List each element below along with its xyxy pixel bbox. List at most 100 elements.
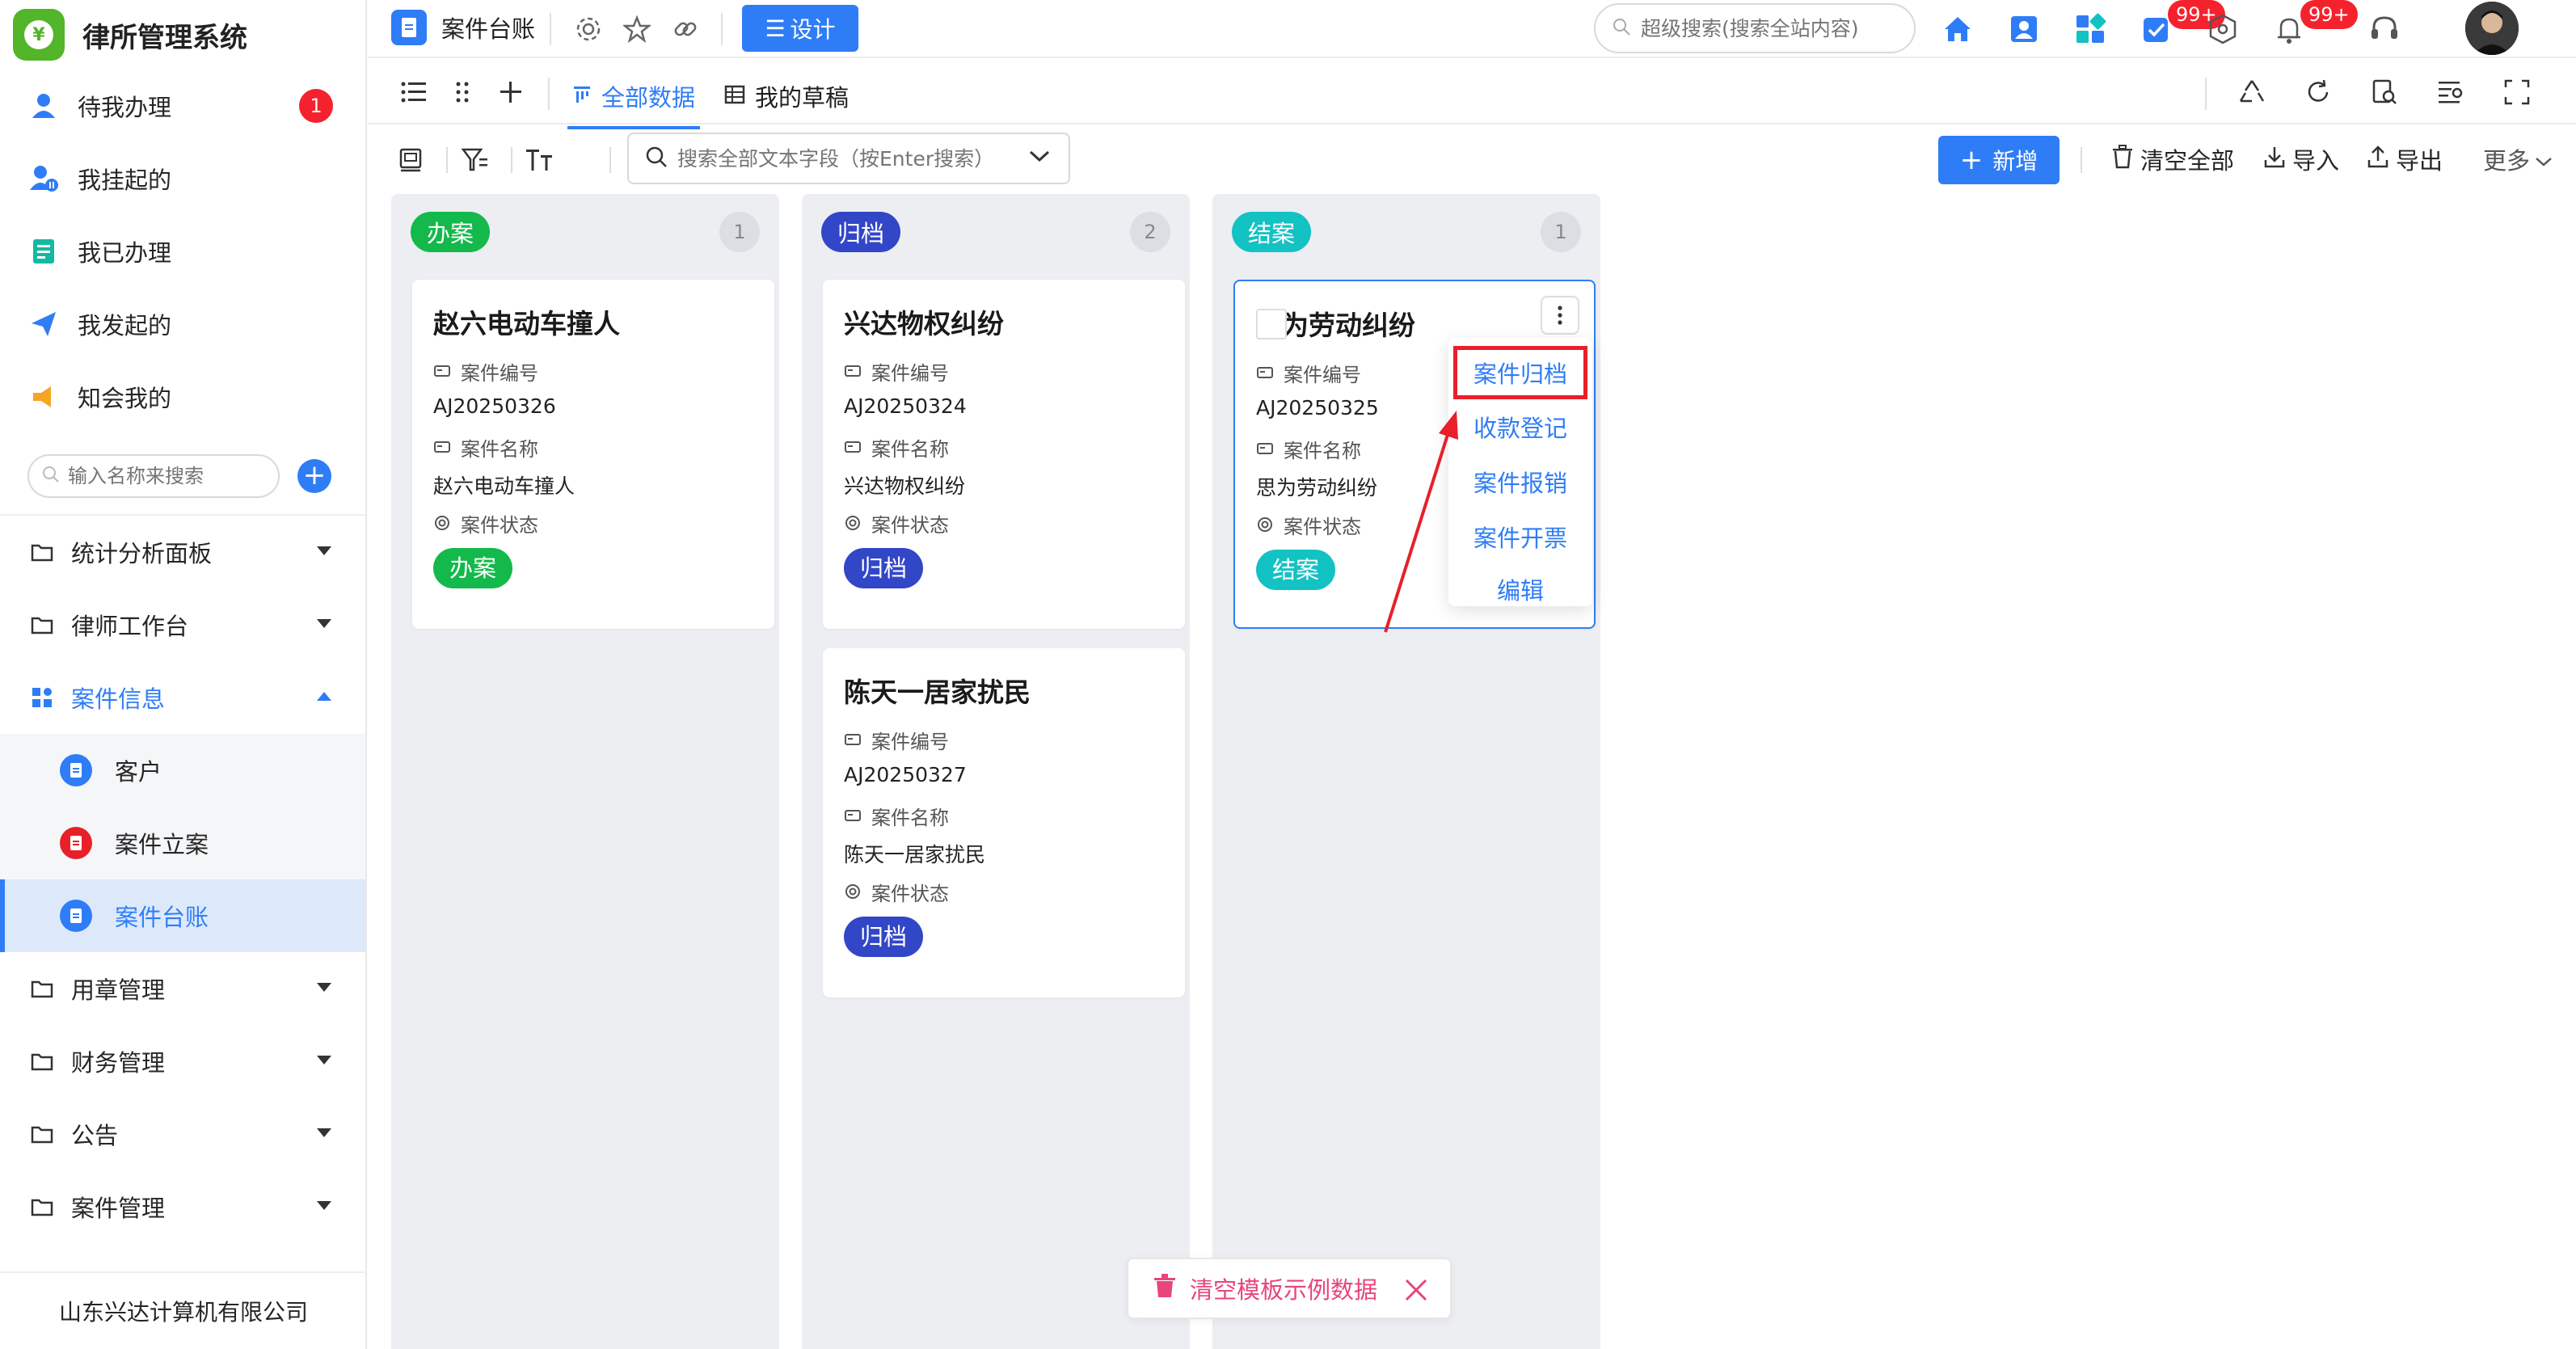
- clear-sample-data-toast[interactable]: 清空模板示例数据: [1127, 1258, 1452, 1319]
- data-search-input[interactable]: [677, 146, 1017, 171]
- plus-icon[interactable]: [495, 76, 527, 108]
- sidebar-menu-lawyer-desk[interactable]: 律师工作台: [0, 588, 365, 661]
- import-button[interactable]: 导入: [2263, 142, 2339, 176]
- sliders-icon: ☰: [765, 15, 786, 42]
- case-card[interactable]: 兴达物权纠纷 案件编号 AJ20250324 案件名称 兴达物权纠纷 案件状态 …: [823, 280, 1185, 629]
- menu-item-archive-case[interactable]: 案件归档: [1453, 346, 1587, 399]
- seal-icon[interactable]: [394, 144, 427, 176]
- more-vertical-icon: [1558, 306, 1562, 325]
- sidebar-search-box: [27, 454, 280, 498]
- text-size-icon[interactable]: [524, 144, 556, 176]
- add-button[interactable]: + 新增: [1938, 136, 2060, 184]
- status-badge: 结案: [1256, 550, 1336, 590]
- sidebar-menu-seal[interactable]: 用章管理: [0, 952, 365, 1025]
- id-card-icon: [1256, 440, 1274, 457]
- import-label: 导入: [2292, 147, 2340, 175]
- search-icon: [1612, 17, 1631, 40]
- view-separator: [2205, 78, 2207, 110]
- grid-icon: [29, 685, 55, 710]
- sidebar-item-initiated[interactable]: 我发起的: [0, 288, 365, 360]
- view-separator: [548, 78, 550, 110]
- sidebar-item-notified[interactable]: 知会我的: [0, 360, 365, 433]
- sidebar-item-label: 我挂起的: [78, 167, 172, 194]
- folder-icon: [29, 1048, 55, 1074]
- kanban-column-archived: 归档 2 兴达物权纠纷 案件编号 AJ20250324 案件名称 兴达物权纠纷 …: [802, 194, 1190, 1349]
- case-card[interactable]: 陈天一居家扰民 案件编号 AJ20250327 案件名称 陈天一居家扰民 案件状…: [823, 648, 1185, 997]
- super-search-input[interactable]: [1641, 16, 1899, 40]
- filter-list-icon[interactable]: [2435, 76, 2467, 108]
- case-name: 陈天一居家扰民: [844, 843, 986, 866]
- sidebar-menu-notice[interactable]: 公告: [0, 1098, 365, 1170]
- contact-card-icon[interactable]: [2006, 11, 2042, 47]
- card-title: 赵六电动车撞人: [433, 308, 620, 339]
- sidebar-item-handled[interactable]: 我已办理: [0, 215, 365, 288]
- card-checkbox[interactable]: [1256, 309, 1287, 339]
- sidebar-item-label: 案件立案: [115, 831, 209, 858]
- sidebar-search-input[interactable]: [68, 465, 262, 487]
- sidebar-menu-case-info[interactable]: 案件信息: [0, 661, 365, 734]
- doc-search-icon[interactable]: [2368, 76, 2401, 108]
- column-count: 1: [1541, 212, 1581, 252]
- clear-all-button[interactable]: 清空全部: [2111, 142, 2234, 176]
- folder-icon: [29, 1194, 55, 1220]
- sidebar-item-label: 客户: [115, 758, 162, 786]
- sidebar-item-suspended[interactable]: 我挂起的: [0, 142, 365, 215]
- folder-icon: [29, 539, 55, 565]
- column-tag: 归档: [821, 212, 901, 252]
- chevron-down-icon: [317, 983, 331, 992]
- export-button[interactable]: 导出: [2367, 142, 2443, 176]
- chevron-down-icon[interactable]: [1028, 149, 1051, 167]
- recycle-icon[interactable]: [2236, 76, 2268, 108]
- sidebar-item-case-filing[interactable]: 案件立案: [0, 807, 365, 879]
- table-icon: [724, 82, 745, 110]
- sidebar-menu-label: 公告: [71, 1122, 119, 1149]
- super-search-box: [1594, 3, 1916, 53]
- more-button[interactable]: 更多: [2483, 142, 2553, 176]
- list-view-icon[interactable]: [398, 76, 430, 108]
- sidebar-menu-finance[interactable]: 财务管理: [0, 1025, 365, 1098]
- page-title: 案件台账: [441, 15, 536, 43]
- gear-icon[interactable]: [572, 13, 605, 45]
- hexagon-icon[interactable]: [2205, 11, 2241, 47]
- tab-all-data[interactable]: 全部数据: [567, 79, 701, 129]
- chevron-down-icon: [317, 546, 331, 555]
- sidebar-menu-case-mgmt[interactable]: 案件管理: [0, 1170, 365, 1243]
- close-icon[interactable]: [1402, 1275, 1431, 1305]
- sidebar: ¥ 律所管理系统 待我办理 1 我挂起的 我已办理 我发起的 知会我的 输入名称…: [0, 0, 367, 1349]
- user-avatar[interactable]: [2465, 2, 2519, 55]
- sidebar-menu-label: 律师工作台: [71, 613, 189, 640]
- link-icon[interactable]: [669, 13, 702, 45]
- card-more-button[interactable]: [1541, 296, 1579, 335]
- home-icon[interactable]: [1940, 11, 1975, 47]
- sidebar-menu-label: 财务管理: [71, 1049, 166, 1077]
- id-card-icon: [1256, 364, 1274, 382]
- view-bar: 全部数据 我的草稿: [369, 60, 2576, 129]
- field-label: 案件状态: [844, 511, 1164, 537]
- megaphone-icon: [27, 381, 60, 413]
- upload-icon: [2367, 145, 2389, 174]
- sidebar-item-customer[interactable]: 客户: [0, 734, 365, 807]
- sidebar-menu-label: 用章管理: [71, 976, 166, 1004]
- brand: ¥ 律所管理系统: [0, 0, 365, 70]
- folder-icon: [29, 1121, 55, 1147]
- drag-handle-icon[interactable]: [446, 76, 479, 108]
- star-icon[interactable]: [621, 13, 653, 45]
- app-grid-icon[interactable]: [2072, 11, 2108, 47]
- case-card[interactable]: 赵六电动车撞人 案件编号 AJ20250326 案件名称 赵六电动车撞人 案件状…: [412, 280, 774, 629]
- refresh-icon[interactable]: [2302, 76, 2334, 108]
- field-label: 案件名称: [844, 803, 1164, 829]
- headset-icon[interactable]: [2367, 11, 2402, 47]
- fullscreen-icon[interactable]: [2501, 76, 2533, 108]
- sidebar-item-my-todo[interactable]: 待我办理 1: [0, 70, 365, 142]
- toolbar-separator: [609, 147, 611, 173]
- design-button[interactable]: ☰ 设计: [742, 5, 858, 52]
- company-name: 山东兴达计算机有限公司: [0, 1271, 367, 1349]
- id-card-icon: [844, 438, 862, 456]
- target-icon: [844, 514, 862, 532]
- sidebar-menu-stats[interactable]: 统计分析面板: [0, 516, 365, 588]
- chevron-down-icon: [2535, 145, 2553, 173]
- tab-my-drafts[interactable]: 我的草稿: [724, 79, 849, 113]
- filter-icon[interactable]: [459, 144, 491, 176]
- sidebar-item-case-ledger[interactable]: 案件台账: [0, 879, 365, 952]
- add-menu-button[interactable]: +: [297, 459, 331, 493]
